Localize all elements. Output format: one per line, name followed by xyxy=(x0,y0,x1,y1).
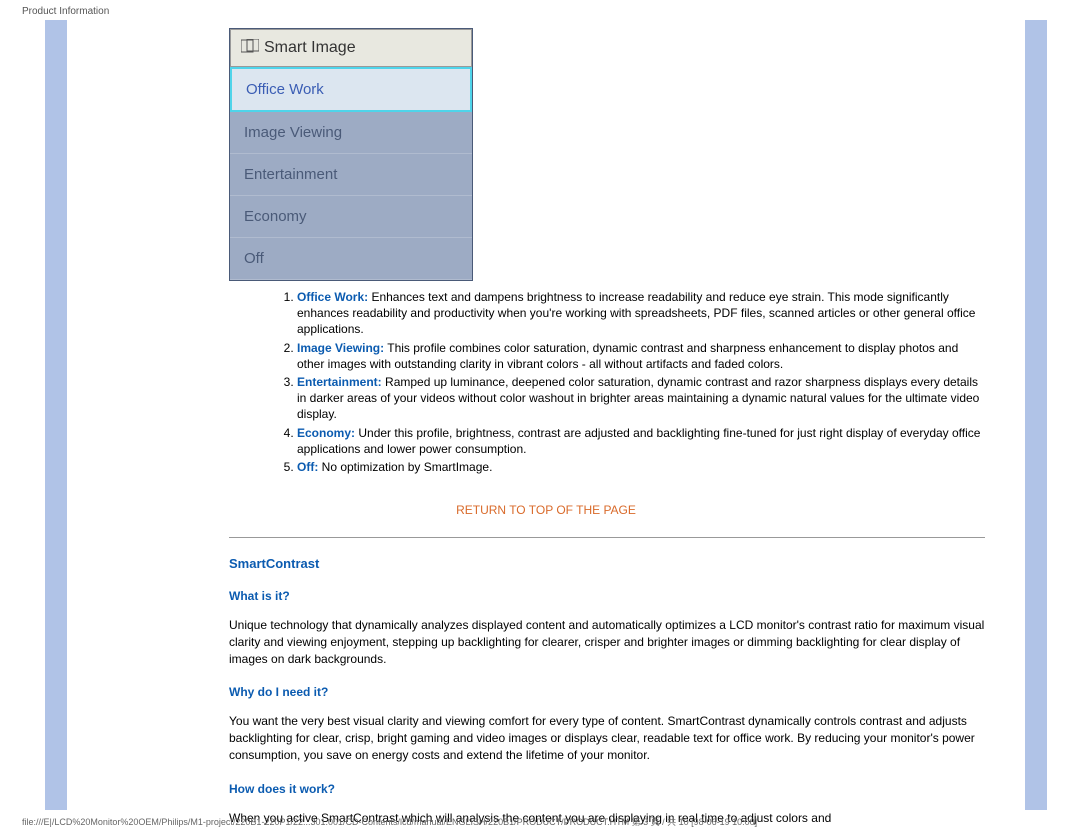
mode-desc: Under this profile, brightness, contrast… xyxy=(297,426,980,456)
right-strip xyxy=(1025,20,1047,810)
return-to-top: RETURN TO TOP OF THE PAGE xyxy=(67,503,1025,517)
list-item: Office Work: Enhances text and dampens b… xyxy=(297,289,985,338)
osd-item-off[interactable]: Off xyxy=(230,238,472,280)
osd-item-image-viewing[interactable]: Image Viewing xyxy=(230,112,472,154)
subhead-how-works: How does it work? xyxy=(229,782,985,796)
osd-item-office-work[interactable]: Office Work xyxy=(230,67,472,112)
mode-desc: Enhances text and dampens brightness to … xyxy=(297,290,975,336)
paragraph: Unique technology that dynamically analy… xyxy=(229,617,985,667)
left-strip xyxy=(45,20,67,810)
paragraph: You want the very best visual clarity an… xyxy=(229,713,985,763)
osd-title-text: Smart Image xyxy=(264,39,356,57)
modes-list: Office Work: Enhances text and dampens b… xyxy=(267,289,985,475)
mode-term: Off: xyxy=(297,460,318,474)
mode-term: Economy: xyxy=(297,426,355,440)
divider xyxy=(229,537,985,538)
osd-item-entertainment[interactable]: Entertainment xyxy=(230,154,472,196)
mode-desc: Ramped up luminance, deepened color satu… xyxy=(297,375,979,421)
mode-term: Entertainment: xyxy=(297,375,382,389)
list-item: Entertainment: Ramped up luminance, deep… xyxy=(297,374,985,423)
content-area: Smart Image Office Work Image Viewing En… xyxy=(67,20,1025,810)
subhead-why-need: Why do I need it? xyxy=(229,685,985,699)
list-item: Off: No optimization by SmartImage. xyxy=(297,459,985,475)
page-frame: Smart Image Office Work Image Viewing En… xyxy=(45,20,1047,810)
section-title: SmartContrast xyxy=(229,556,985,571)
osd-title-bar: Smart Image xyxy=(230,29,472,67)
osd-item-economy[interactable]: Economy xyxy=(230,196,472,238)
mode-desc: This profile combines color saturation, … xyxy=(297,341,958,371)
mode-desc: No optimization by SmartImage. xyxy=(318,460,492,474)
list-item: Economy: Under this profile, brightness,… xyxy=(297,425,985,457)
smartcontrast-section: SmartContrast What is it? Unique technol… xyxy=(229,556,985,827)
smartimage-osd: Smart Image Office Work Image Viewing En… xyxy=(229,28,473,281)
return-to-top-link[interactable]: RETURN TO TOP OF THE PAGE xyxy=(456,503,636,517)
mode-term: Image Viewing: xyxy=(297,341,384,355)
list-item: Image Viewing: This profile combines col… xyxy=(297,340,985,372)
page-header: Product Information xyxy=(22,6,109,17)
smartimage-icon xyxy=(241,39,259,57)
mode-term: Office Work: xyxy=(297,290,368,304)
subhead-what-is-it: What is it? xyxy=(229,589,985,603)
footer-path: file:///E|/LCD%20Monitor%20OEM/Philips/M… xyxy=(22,815,757,828)
